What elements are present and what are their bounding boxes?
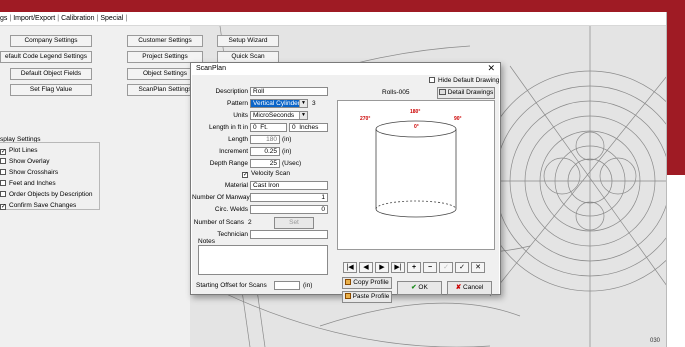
scanplan-dialog: ScanPlan ✕ Description Roll Pattern Vert… [190, 62, 501, 303]
technician-input[interactable] [250, 230, 328, 239]
previous-record-button[interactable]: ◀ [359, 262, 373, 273]
set-flag-value-button[interactable]: Set Flag Value [10, 84, 92, 96]
velocity-scan-checkbox[interactable]: ✓ Velocity Scan [242, 170, 290, 178]
display-settings-panel: ✓ Plot Lines Show Overlay Show Crosshairs… [0, 142, 100, 210]
starting-offset-label: Starting Offset for Scans [196, 282, 267, 289]
checkbox-empty-icon [0, 158, 6, 164]
length-in-input[interactable]: 0 Inches [289, 123, 328, 132]
customer-settings-button[interactable]: Customer Settings [127, 35, 203, 47]
angle-0-label: 0° [414, 124, 419, 130]
order-objects-checkbox[interactable]: Order Objects by Description [0, 191, 92, 198]
default-code-legend-settings-button[interactable]: efault Code Legend Settings [0, 51, 92, 63]
detail-drawings-button[interactable]: Detail Drawings [437, 87, 495, 99]
units-label: Units [233, 112, 248, 119]
drawing-name: Rolls-005 [382, 89, 410, 96]
angle-180-label: 180° [410, 109, 421, 115]
material-input[interactable]: Cast Iron [250, 181, 328, 190]
checkbox-checked-icon: ✓ [242, 172, 249, 178]
cancel-button[interactable]: ✘ Cancel [447, 281, 492, 295]
description-input[interactable]: Roll [250, 87, 328, 96]
show-crosshairs-checkbox[interactable]: Show Crosshairs [0, 169, 58, 176]
technician-label: Technician [217, 231, 248, 238]
plot-lines-checkbox[interactable]: ✓ Plot Lines [0, 147, 38, 155]
depth-range-input[interactable]: 25 [250, 159, 280, 168]
length-ft-input[interactable]: 0 Ft. [250, 123, 287, 132]
company-settings-button[interactable]: Company Settings [10, 35, 92, 47]
checkbox-empty-icon [0, 169, 6, 175]
length-input[interactable]: 180 [250, 135, 280, 144]
last-record-button[interactable]: ▶| [391, 262, 405, 273]
checkmark-icon: ✔ [411, 284, 417, 291]
next-record-button[interactable]: ▶ [375, 262, 389, 273]
cancel-x-icon: ✘ [455, 284, 462, 291]
circ-welds-input[interactable]: 0 [250, 205, 328, 214]
page-number: 030 [650, 338, 661, 344]
checkbox-empty-icon [0, 180, 6, 186]
hide-default-drawing-checkbox[interactable]: Hide Default Drawing [429, 77, 499, 84]
pattern-number: 3 [312, 100, 316, 107]
depth-range-label: Depth Range [209, 160, 248, 167]
menu-item-import-export[interactable]: Import/Export [13, 15, 55, 22]
drawing-preview: 180° 270° 90° 0° [337, 100, 495, 250]
pattern-label: Pattern [227, 100, 248, 107]
circ-welds-label: Circ. Welds [214, 206, 248, 213]
feet-and-inches-checkbox[interactable]: Feet and Inches [0, 180, 56, 187]
increment-input[interactable]: 0.25 [250, 147, 280, 156]
set-button[interactable]: Set [274, 217, 314, 229]
confirm-save-changes-checkbox[interactable]: ✓ Confirm Save Changes [0, 202, 76, 210]
starting-offset-input[interactable] [274, 281, 300, 290]
material-label: Material [224, 182, 248, 189]
screen-root: gs | Import/Export | Calibration | Special | [0, 0, 685, 347]
menu-bar: gs | Import/Export | Calibration | Special | [0, 12, 666, 26]
cancel-record-button[interactable]: ✕ [471, 262, 485, 273]
units-select[interactable]: MicroSeconds ▼ [250, 111, 308, 120]
angle-90-label: 90° [454, 116, 462, 122]
increment-unit: (in) [282, 148, 292, 155]
notes-label: Notes [198, 238, 215, 245]
length-ft-in-label: Length in ft in [208, 124, 248, 131]
depth-range-unit: (Usec) [282, 160, 302, 167]
paste-icon [344, 293, 351, 299]
default-object-fields-button[interactable]: Default Object Fields [10, 68, 92, 80]
delete-record-button[interactable]: − [423, 262, 437, 273]
ok-button[interactable]: ✔ OK [397, 281, 442, 295]
post-record-button[interactable]: ✓ [455, 262, 469, 273]
show-overlay-checkbox[interactable]: Show Overlay [0, 158, 49, 165]
checkbox-checked-icon: ✓ [0, 204, 7, 210]
menu-item-special[interactable]: Special [100, 15, 123, 22]
number-of-manways-label: Number Of Manways [192, 194, 254, 201]
edit-record-button[interactable]: ✓ [439, 262, 453, 273]
chevron-down-icon: ▼ [299, 100, 307, 107]
angle-270-label: 270° [360, 116, 371, 122]
checkbox-checked-icon: ✓ [0, 149, 7, 155]
number-of-scans-label: Number of Scans [193, 219, 244, 226]
dialog-title: ScanPlan [196, 65, 226, 72]
starting-offset-unit: (in) [303, 282, 313, 289]
length-label: Length [228, 136, 248, 143]
dialog-body: Description Roll Pattern Vertical Cylind… [192, 75, 499, 303]
add-record-button[interactable]: + [407, 262, 421, 273]
description-label: Description [215, 88, 248, 95]
number-of-scans-value: 2 [248, 219, 252, 226]
close-icon[interactable]: ✕ [487, 63, 495, 74]
pattern-select[interactable]: Vertical Cylinder ▼ [250, 99, 308, 108]
checkbox-empty-icon [0, 191, 6, 197]
length-unit: (in) [282, 136, 292, 143]
copy-icon [345, 279, 352, 285]
first-record-button[interactable]: |◀ [343, 262, 357, 273]
paste-profile-button[interactable]: Paste Profile [342, 291, 392, 303]
increment-label: Increment [219, 148, 248, 155]
copy-profile-button[interactable]: Copy Profile [342, 277, 392, 289]
chevron-down-icon: ▼ [299, 112, 307, 119]
checkbox-empty-icon [429, 77, 435, 83]
number-of-manways-input[interactable]: 1 [250, 193, 328, 202]
setup-wizard-button[interactable]: Setup Wizard [217, 35, 279, 47]
notes-textarea[interactable] [198, 245, 328, 275]
drawing-icon [438, 89, 446, 95]
menu-item-calibration[interactable]: Calibration [61, 15, 94, 22]
